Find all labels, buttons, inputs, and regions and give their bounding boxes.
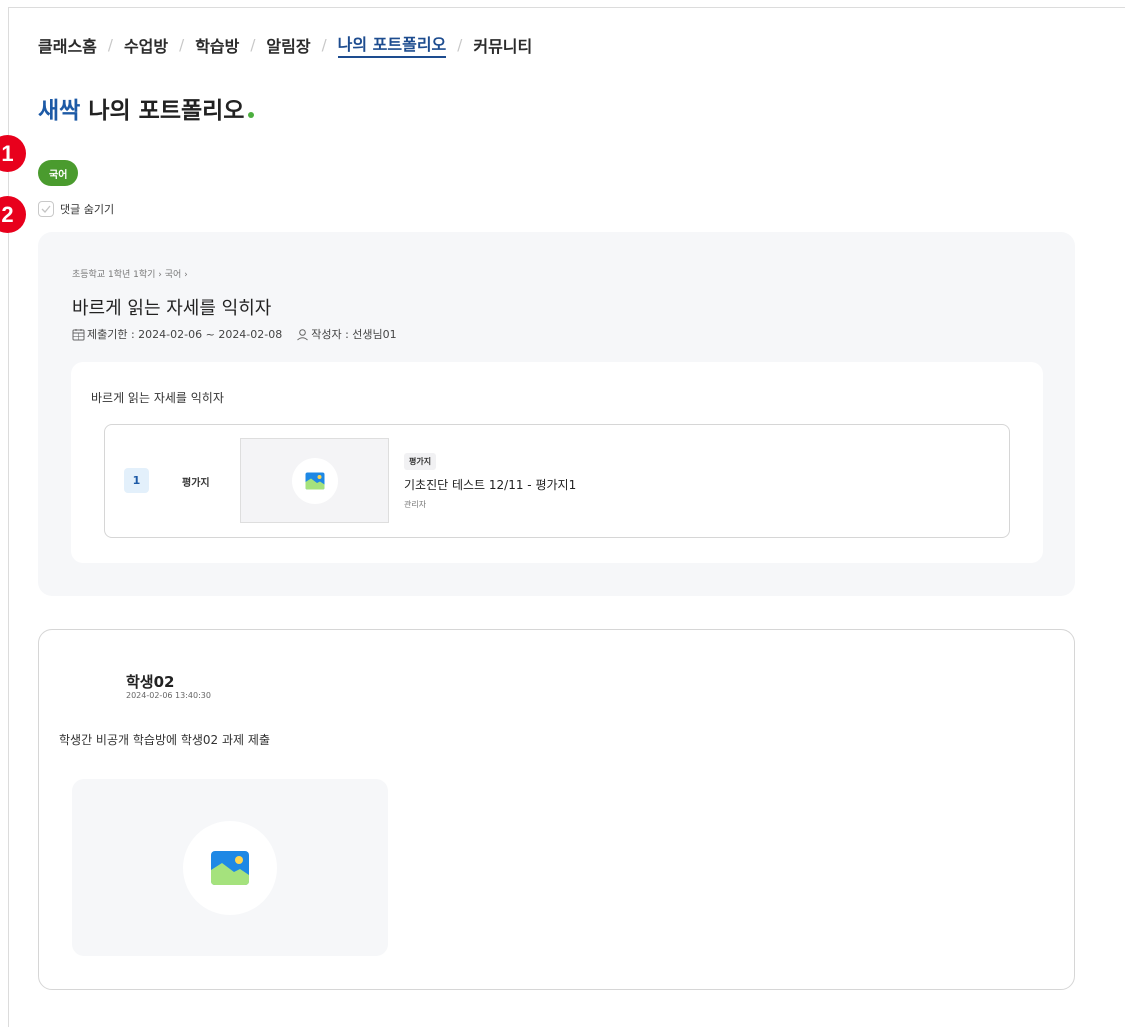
assignment-path: 초등학교 1학년 1학기 › 국어 › xyxy=(72,270,188,280)
assignment-title: 바르게 읽는 자세를 익히자 xyxy=(72,298,272,319)
submission-image-circle xyxy=(183,821,277,915)
thumbnail-circle xyxy=(292,458,338,504)
author-text: 작성자 : 선생님01 xyxy=(311,328,397,341)
page-title-accent: 새싹 xyxy=(38,98,81,124)
breadcrumb-separator: / xyxy=(250,35,256,54)
assignment-meta: 제출기한 : 2024-02-06 ~ 2024-02-08 작성자 : 선생님… xyxy=(72,326,397,342)
breadcrumb-separator: / xyxy=(107,35,113,54)
submission-text: 학생간 비공개 학습방에 학생02 과제 제출 xyxy=(59,733,270,747)
assignment-content-card: 바르게 읽는 자세를 익히자 1 평가지 평가지 기초진단 테스트 12/11 … xyxy=(71,362,1043,563)
hide-comments-toggle[interactable]: 댓글 숨기기 xyxy=(38,201,114,217)
person-icon xyxy=(297,328,309,340)
deadline-text: 제출기한 : 2024-02-06 ~ 2024-02-08 xyxy=(87,328,283,341)
breadcrumb-study-room[interactable]: 학습방 xyxy=(195,33,239,57)
item-type-label: 평가지 xyxy=(182,478,210,489)
breadcrumb-separator: / xyxy=(457,35,463,54)
item-thumbnail[interactable] xyxy=(240,438,389,523)
breadcrumb-notice[interactable]: 알림장 xyxy=(266,33,310,57)
assignment-panel: 초등학교 1학년 1학기 › 국어 › 바르게 읽는 자세를 익히자 제출기한 … xyxy=(38,232,1075,596)
item-number-badge: 1 xyxy=(124,468,149,493)
frame-top-border xyxy=(8,7,1125,8)
image-icon xyxy=(211,851,249,885)
breadcrumb: 클래스홈 / 수업방 / 학습방 / 알림장 / 나의 포트폴리오 / 커뮤니티 xyxy=(38,31,532,58)
breadcrumb-my-portfolio[interactable]: 나의 포트폴리오 xyxy=(337,31,447,58)
assignment-content-title: 바르게 읽는 자세를 익히자 xyxy=(91,391,224,405)
breadcrumb-class-home[interactable]: 클래스홈 xyxy=(38,33,97,57)
image-icon xyxy=(305,472,325,490)
item-title[interactable]: 기초진단 테스트 12/11 - 평가지1 xyxy=(404,476,576,493)
student-submission-card: 학생02 2024-02-06 13:40:30 학생간 비공개 학습방에 학생… xyxy=(38,629,1075,990)
hide-comments-label: 댓글 숨기기 xyxy=(60,203,115,216)
deadline-meta: 제출기한 : 2024-02-06 ~ 2024-02-08 xyxy=(72,326,282,342)
hide-comments-checkbox[interactable] xyxy=(38,201,54,217)
calendar-icon xyxy=(72,328,85,340)
student-name: 학생02 xyxy=(126,673,175,691)
author-meta: 작성자 : 선생님01 xyxy=(296,326,397,342)
submission-image[interactable] xyxy=(72,779,388,956)
breadcrumb-separator: / xyxy=(179,35,185,54)
submission-timestamp: 2024-02-06 13:40:30 xyxy=(126,691,211,700)
item-tag: 평가지 xyxy=(404,453,437,470)
item-author: 관리자 xyxy=(404,500,427,509)
breadcrumb-community[interactable]: 커뮤니티 xyxy=(473,33,532,57)
annotation-marker-2: 2 xyxy=(0,196,26,233)
breadcrumb-separator: / xyxy=(321,35,327,54)
page-title-text: 나의 포트폴리오 xyxy=(88,98,245,124)
subject-filter-chip[interactable]: 국어 xyxy=(38,160,79,186)
page-title: 새싹 나의 포트폴리오 xyxy=(38,91,255,125)
annotation-marker-1: 1 xyxy=(0,135,26,172)
title-dot xyxy=(248,112,255,118)
breadcrumb-lesson-room[interactable]: 수업방 xyxy=(124,33,168,57)
check-icon xyxy=(41,205,51,213)
attachment-item[interactable]: 1 평가지 평가지 기초진단 테스트 12/11 - 평가지1 관리자 xyxy=(104,424,1010,538)
